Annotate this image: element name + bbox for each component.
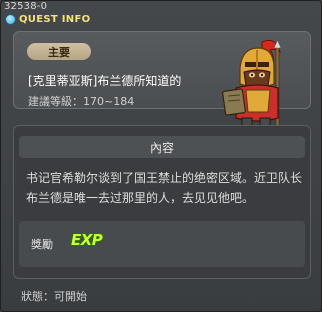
quest-recommended-level: 建議等級：170~184 [28, 95, 135, 108]
armored-knight-npc-icon [222, 39, 282, 135]
exp-reward-icon[interactable]: EXP [71, 231, 103, 249]
quest-info-window: 32538-0 QUEST INFO 主要 [克里蒂亚斯]布兰德所知道的 建議等… [0, 0, 322, 312]
quest-content-panel: 內容 书记官希勒尔谈到了国王禁止的绝密区域。近卫队长布兰德是唯一去过那里的人，去… [13, 125, 311, 279]
quest-description: 书记官希勒尔谈到了国王禁止的绝密区域。近卫队长布兰德是唯一去过那里的人，去见见他… [26, 171, 303, 205]
quest-header-panel: 主要 [克里蒂亚斯]布兰德所知道的 建議等級：170~184 [13, 31, 311, 135]
reward-label: 獎勵 [31, 238, 53, 251]
info-icon [5, 13, 16, 25]
quest-id: 32538-0 [4, 1, 48, 12]
window-title: QUEST INFO [19, 13, 91, 25]
content-heading: 內容 [19, 136, 305, 158]
quest-status: 狀態：可開始 [21, 290, 87, 303]
quest-type-tag: 主要 [27, 43, 91, 60]
reward-section: 獎勵 EXP [19, 221, 305, 267]
window-title-bar[interactable]: QUEST INFO [5, 12, 90, 26]
quest-name: [克里蒂亚斯]布兰德所知道的 [28, 74, 182, 88]
